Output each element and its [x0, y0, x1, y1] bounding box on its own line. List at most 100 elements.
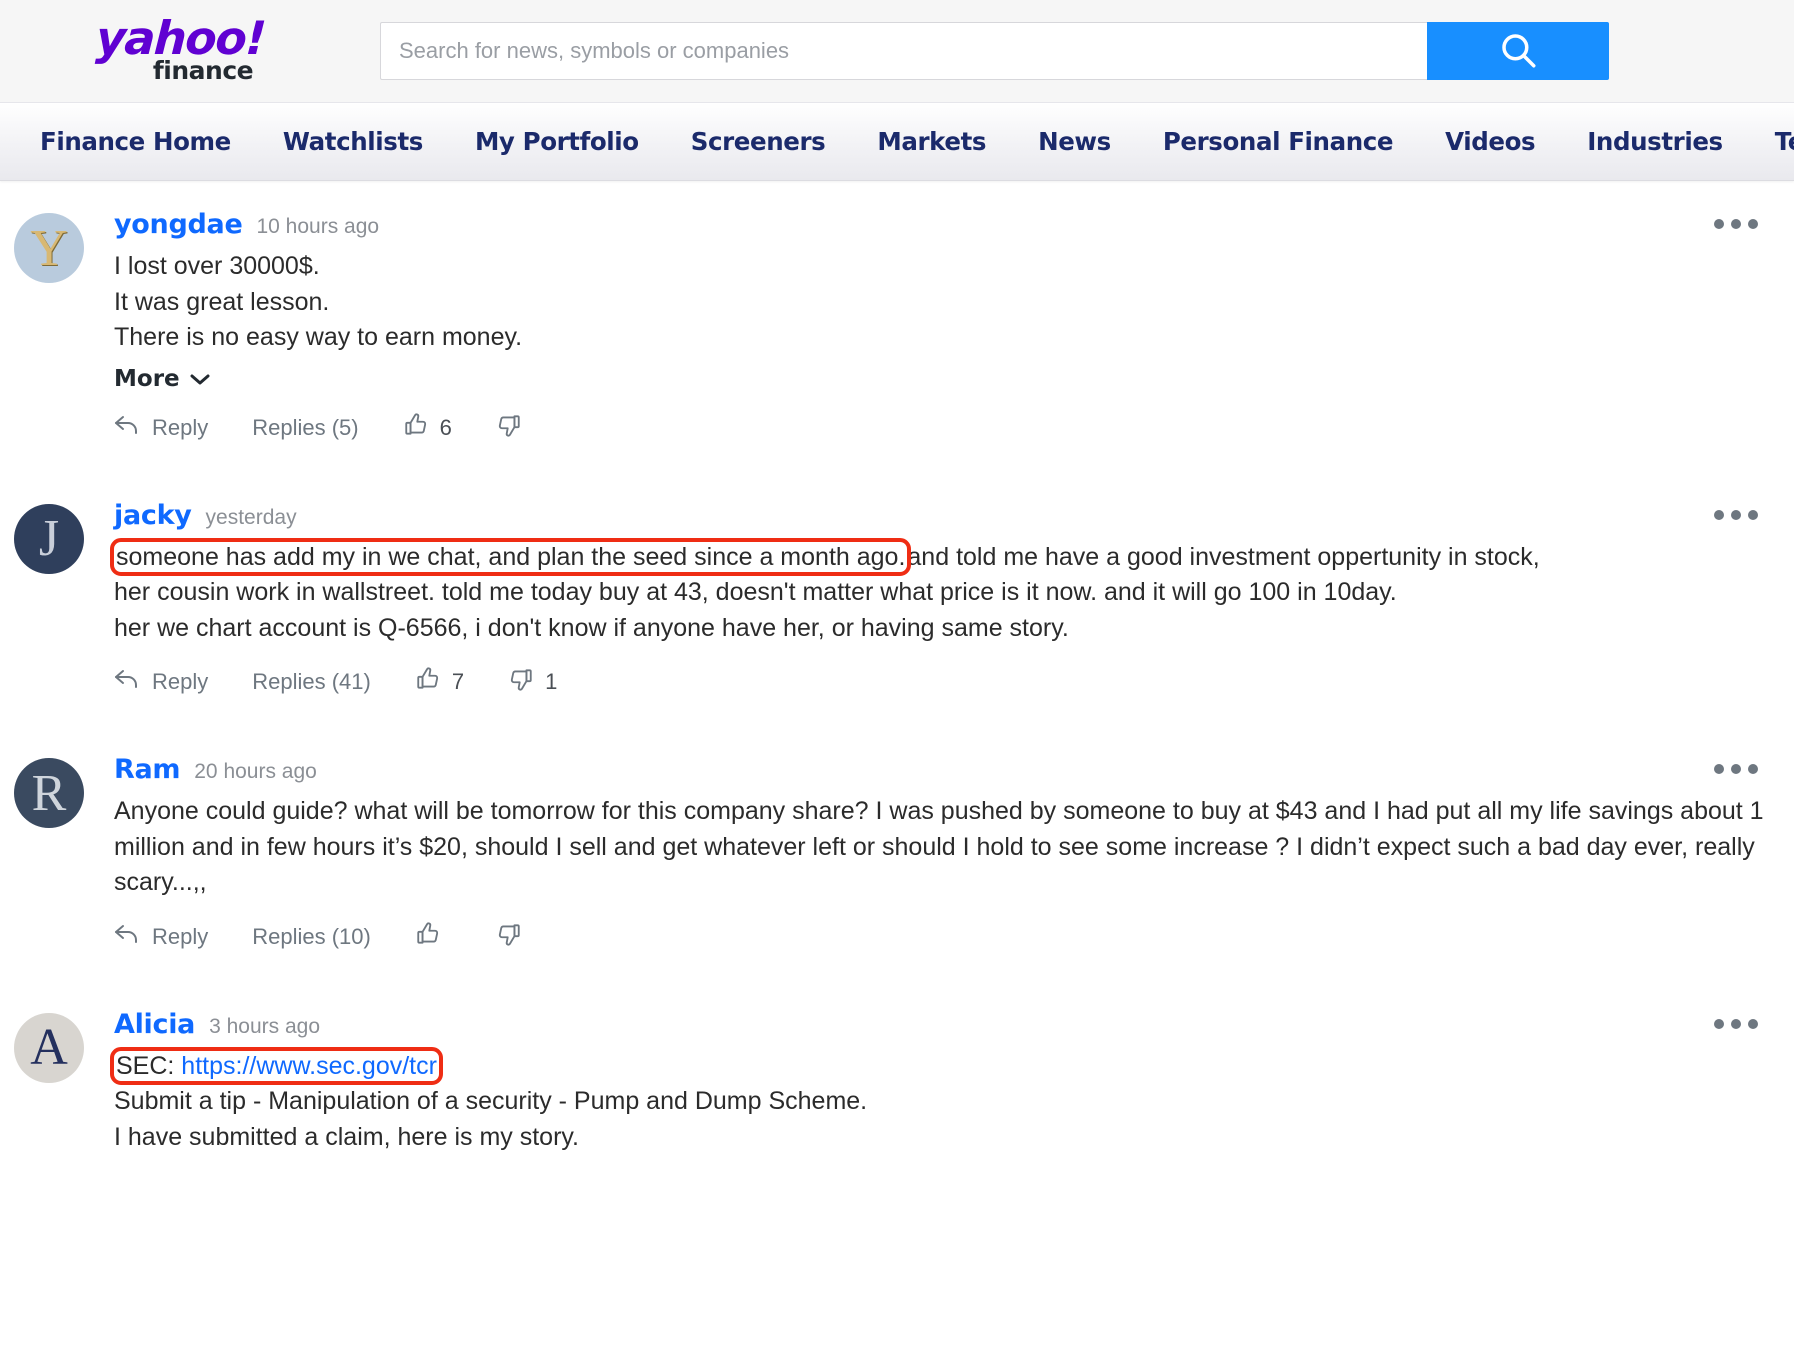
nav-item-tech[interactable]: Tech — [1749, 127, 1794, 156]
comment-item: Y yongdae 10 hours ago I lost over 30000… — [0, 205, 1794, 444]
reply-button[interactable]: Reply — [114, 414, 252, 442]
comment-text-line: I have submitted a claim, here is my sto… — [114, 1122, 579, 1151]
sec-tcr-link[interactable]: https://www.sec.gov/tcr — [181, 1052, 437, 1080]
reply-label: Reply — [152, 923, 209, 949]
comment-author[interactable]: Ram — [114, 754, 181, 785]
thumbs-up-count: 7 — [451, 669, 465, 694]
comment-text-line: SEC: https://www.sec.gov/tcr — [110, 1046, 1766, 1085]
thumbs-down-button[interactable]: 1 — [508, 666, 601, 698]
comment-meta: yongdae 10 hours ago — [114, 209, 1766, 240]
avatar: J — [14, 503, 84, 574]
comment-timestamp: 3 hours ago — [209, 1014, 321, 1038]
thumbs-up-count: 6 — [439, 414, 452, 440]
thumbs-down-button[interactable] — [496, 412, 577, 444]
thumbs-down-button[interactable] — [496, 921, 577, 953]
reply-label: Reply — [152, 414, 209, 440]
comment-body: jacky yesterday someone has add my in we… — [84, 496, 1766, 699]
thumbs-up-button[interactable]: 7 — [415, 666, 508, 698]
comment-item: A Alicia 3 hours ago SEC: https://www.se… — [0, 1005, 1794, 1156]
overflow-menu-icon[interactable] — [1714, 1018, 1758, 1029]
comment-meta: jacky yesterday — [114, 500, 1766, 531]
comment-actions: Reply Replies (41) 7 1 — [114, 666, 1766, 698]
replies-button[interactable]: Replies (5) — [252, 415, 402, 441]
comment-text: Anyone could guide? what will be tomorro… — [114, 794, 1766, 901]
comment-item: J jacky yesterday someone has add my in … — [0, 496, 1794, 699]
nav-item-news[interactable]: News — [1012, 127, 1137, 156]
nav-item-my-portfolio[interactable]: My Portfolio — [449, 127, 665, 156]
thumbs-down-count: 1 — [545, 669, 558, 694]
thumbs-up-icon — [415, 921, 441, 953]
search-input[interactable] — [380, 22, 1427, 80]
comment-author[interactable]: yongdae — [114, 209, 243, 240]
thumbs-down-icon — [496, 921, 522, 953]
comment-body: yongdae 10 hours ago I lost over 30000$.… — [84, 205, 1766, 444]
more-label: More — [114, 365, 180, 392]
thumbs-up-button[interactable]: 6 — [403, 412, 496, 444]
nav-item-screeners[interactable]: Screeners — [665, 127, 852, 156]
comment-meta: Ram 20 hours ago — [114, 754, 1766, 785]
sec-prefix: SEC: — [116, 1051, 182, 1080]
overflow-menu-icon[interactable] — [1714, 219, 1758, 229]
comment-text: SEC: https://www.sec.gov/tcr Submit a ti… — [110, 1046, 1766, 1156]
comment-item: R Ram 20 hours ago Anyone could guide? w… — [0, 750, 1794, 953]
comments-list: Y yongdae 10 hours ago I lost over 30000… — [0, 205, 1794, 1155]
overflow-menu-icon[interactable] — [1714, 764, 1758, 774]
yahoo-wordmark: yahoo! — [94, 11, 266, 65]
nav-item-industries[interactable]: Industries — [1561, 127, 1749, 156]
yahoo-exclamation: ! — [243, 10, 266, 65]
avatar: R — [14, 758, 84, 828]
comment-actions: Reply Replies (5) 6 — [114, 412, 1766, 444]
nav-item-markets[interactable]: Markets — [851, 127, 1012, 156]
comment-author[interactable]: jacky — [114, 500, 192, 531]
search-zone — [380, 22, 1609, 80]
reply-label: Reply — [152, 669, 209, 694]
thumbs-up-icon — [415, 666, 441, 698]
comment-text-line: It was great lesson. — [114, 287, 330, 316]
thumbs-down-icon — [496, 412, 522, 444]
search-icon — [1497, 29, 1539, 74]
nav-item-watchlists[interactable]: Watchlists — [257, 127, 449, 156]
yahoo-finance-logo[interactable]: yahoo! finance — [0, 11, 330, 86]
chevron-down-icon — [189, 366, 211, 392]
comment-body: Alicia 3 hours ago SEC: https://www.sec.… — [84, 1005, 1766, 1156]
avatar: A — [14, 1012, 84, 1083]
reply-arrow-icon — [114, 668, 141, 696]
comment-text-line: There is no easy way to earn money. — [114, 323, 523, 351]
comment-actions: Reply Replies (10) — [114, 921, 1766, 953]
comment-text-line: I lost over 30000$. — [114, 252, 320, 280]
overflow-menu-icon[interactable] — [1714, 509, 1758, 520]
replies-label: Replies (41) — [252, 669, 371, 694]
thumbs-up-icon — [403, 412, 429, 444]
replies-button[interactable]: Replies (10) — [252, 924, 415, 950]
comment-text-line: her we chart account is Q-6566, i don't … — [114, 613, 1069, 642]
yahoo-wordmark-text: yahoo — [94, 10, 247, 65]
comment-author[interactable]: Alicia — [114, 1009, 195, 1040]
site-header: yahoo! finance — [0, 0, 1794, 103]
comment-timestamp: 10 hours ago — [256, 215, 380, 238]
comment-body: Ram 20 hours ago Anyone could guide? wha… — [84, 750, 1766, 953]
thumbs-down-icon — [508, 666, 534, 698]
thumbs-up-button[interactable] — [415, 921, 496, 953]
replies-button[interactable]: Replies (41) — [252, 669, 415, 695]
replies-label: Replies (10) — [252, 923, 371, 949]
reply-arrow-icon — [114, 414, 141, 442]
comment-text: I lost over 30000$. It was great lesson.… — [114, 249, 1766, 356]
reply-button[interactable]: Reply — [114, 923, 252, 951]
nav-item-personal-finance[interactable]: Personal Finance — [1137, 127, 1419, 156]
comment-timestamp: 20 hours ago — [194, 760, 317, 783]
comment-text-rest: and told me have a good investment opper… — [907, 542, 1540, 571]
highlighted-phrase: someone has add my in we chat, and plan … — [109, 537, 912, 576]
comment-meta: Alicia 3 hours ago — [114, 1009, 1766, 1040]
nav-item-finance-home[interactable]: Finance Home — [14, 127, 257, 156]
search-button[interactable] — [1427, 22, 1609, 80]
comment-text-line: Submit a tip - Manipulation of a securit… — [114, 1087, 868, 1115]
nav-item-videos[interactable]: Videos — [1419, 127, 1561, 156]
avatar: Y — [14, 213, 84, 283]
highlighted-phrase: SEC: https://www.sec.gov/tcr — [110, 1046, 443, 1085]
comment-timestamp: yesterday — [205, 505, 297, 529]
reply-button[interactable]: Reply — [114, 668, 252, 696]
replies-label: Replies (5) — [252, 414, 359, 440]
comment-text-paragraph: Anyone could guide? what will be tomorro… — [114, 797, 1764, 896]
more-toggle[interactable]: More — [114, 366, 211, 392]
comment-text-line: someone has add my in we chat, and plan … — [109, 537, 1766, 576]
